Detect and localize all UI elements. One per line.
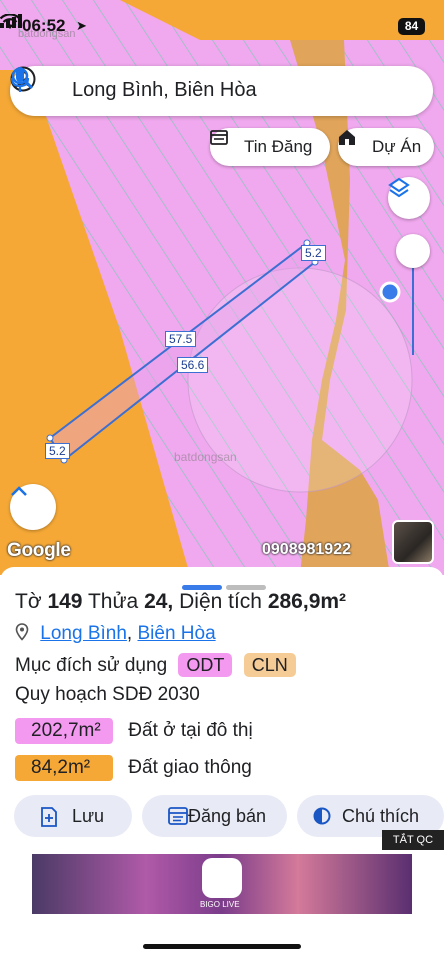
area-road-value: 84,2m² xyxy=(15,755,113,781)
home-indicator[interactable] xyxy=(143,944,301,949)
parcel-info-sheet: Tờ 149 Thửa 24, Diện tích 286,9m² Long B… xyxy=(0,567,444,960)
phone-watermark: 0908981922 xyxy=(262,541,351,558)
google-logo: Google xyxy=(7,540,71,561)
district-link[interactable]: Biên Hòa xyxy=(137,623,215,644)
tag-odt: ODT xyxy=(178,653,233,677)
wifi-icon xyxy=(0,14,20,29)
map-view[interactable]: 5.2 57.5 56.6 5.2 batdongsan batdongsan … xyxy=(0,0,444,575)
street-view-thumbnail[interactable] xyxy=(392,520,434,564)
listing-icon xyxy=(168,807,188,825)
layers-icon xyxy=(388,177,410,198)
watermark-center: batdongsan xyxy=(174,450,237,464)
search-input[interactable]: Long Bình, Biên Hòa xyxy=(72,79,257,102)
area-residential-value: 202,7m² xyxy=(15,718,113,744)
ad-banner[interactable]: BIGO LIVE xyxy=(32,854,412,914)
listing-icon xyxy=(210,130,228,145)
location-pin-icon xyxy=(15,623,29,641)
chevron-up-icon xyxy=(11,486,27,496)
area-road-row: 84,2m² Đất giao thông xyxy=(15,755,252,781)
opacity-slider-track[interactable] xyxy=(412,260,414,355)
tin-dang-label: Tin Đăng xyxy=(244,137,313,156)
dim-label-long-a: 57.5 xyxy=(165,331,197,347)
ad-brand: BIGO LIVE xyxy=(200,900,240,909)
house-icon xyxy=(339,130,355,145)
status-bar: 06:52 ➤ 84 xyxy=(0,14,444,42)
tag-cln: CLN xyxy=(243,653,296,677)
area-road-label: Đất giao thông xyxy=(128,757,252,778)
status-time: 06:52 xyxy=(22,16,66,35)
dim-label-long-b: 56.6 xyxy=(177,357,209,373)
expand-up-button[interactable] xyxy=(10,484,56,530)
close-ad-button[interactable]: TẮT QC xyxy=(382,830,444,850)
thua-number: 24, xyxy=(144,590,174,613)
parcel-title: Tờ 149 Thửa 24, Diện tích 286,9m² xyxy=(15,590,347,613)
sell-button[interactable]: Đăng bán xyxy=(142,795,287,837)
area-total: 286,9m² xyxy=(267,590,347,613)
ward-link[interactable]: Long Bình xyxy=(40,623,127,644)
contrast-icon xyxy=(313,807,331,825)
my-location-dot xyxy=(379,281,401,303)
save-button[interactable]: Lưu xyxy=(14,795,132,837)
area-residential-label: Đất ở tại đô thị xyxy=(128,720,253,741)
dim-label-top: 5.2 xyxy=(301,245,326,261)
tin-dang-chip[interactable]: Tin Đăng xyxy=(210,128,330,166)
microphone-icon[interactable] xyxy=(10,66,30,94)
du-an-label: Dự Án xyxy=(372,137,422,156)
du-an-chip[interactable]: Dự Án xyxy=(338,128,434,166)
planning-label: Quy hoạch SDĐ 2030 xyxy=(15,684,200,705)
battery-icon: 84 xyxy=(398,18,425,35)
opacity-slider-knob[interactable] xyxy=(396,234,430,268)
to-number: 149 xyxy=(47,590,83,613)
search-bar[interactable]: Long Bình, Biên Hòa xyxy=(10,66,433,116)
area-residential-row: 202,7m² Đất ở tại đô thị xyxy=(15,718,253,744)
add-file-icon xyxy=(41,807,57,827)
ad-logo xyxy=(202,858,242,898)
land-use-row: Mục đích sử dụng ODT CLN xyxy=(15,653,296,677)
dim-label-bottom: 5.2 xyxy=(45,443,70,459)
layers-button[interactable] xyxy=(388,177,430,219)
location-arrow-icon: ➤ xyxy=(76,18,87,33)
parcel-address: Long Bình, Biên Hòa xyxy=(15,623,216,645)
